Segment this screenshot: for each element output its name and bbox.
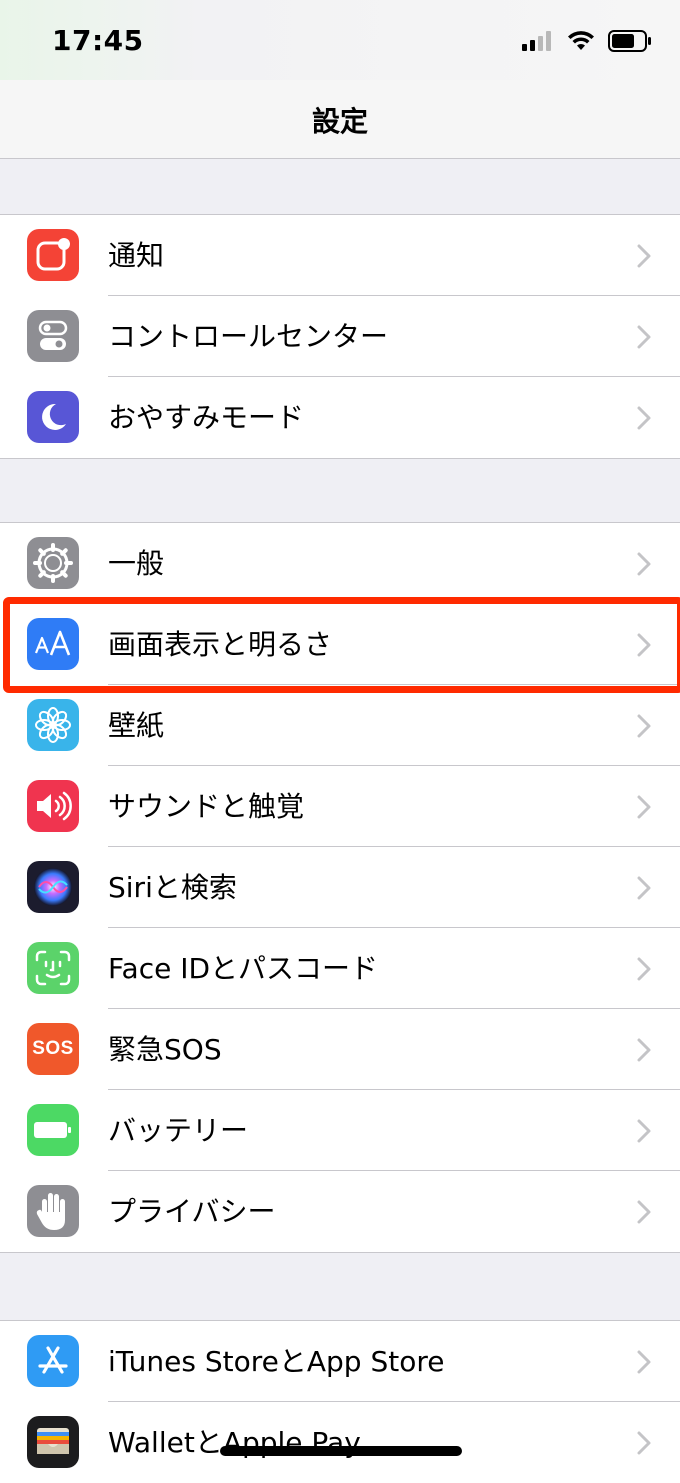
row-label: 壁紙: [108, 709, 165, 742]
wifi-icon: [568, 31, 594, 50]
row-label: 緊急SOS: [108, 1033, 222, 1066]
wallet-icon: [27, 1416, 79, 1468]
chevron-right-icon: [637, 1200, 651, 1224]
chevron-right-icon: [637, 552, 651, 576]
settings-row-general[interactable]: 一般: [0, 523, 680, 604]
settings-row-display-brightness[interactable]: 画面表示と明るさ: [0, 604, 680, 685]
notifications-icon: [27, 229, 79, 281]
moon-icon: [27, 391, 79, 443]
status-bar: 17:45: [0, 0, 680, 80]
face-id-icon: [27, 942, 79, 994]
settings-row-face-id-passcode[interactable]: Face IDとパスコード: [0, 928, 680, 1009]
settings-row-wallet-apple-pay[interactable]: WalletとApple Pay: [0, 1402, 680, 1483]
settings-row-privacy[interactable]: プライバシー: [0, 1171, 680, 1252]
chevron-right-icon: [637, 876, 651, 900]
settings-row-control-center[interactable]: コントロールセンター: [0, 296, 680, 377]
settings-group-1: 通知 コントロールセンター おやすみモード: [0, 214, 680, 459]
battery-setting-icon: [27, 1104, 79, 1156]
settings-row-battery[interactable]: バッテリー: [0, 1090, 680, 1171]
flower-icon: [27, 699, 79, 751]
row-label: WalletとApple Pay: [108, 1426, 361, 1459]
settings-row-wallpaper[interactable]: 壁紙: [0, 685, 680, 766]
row-label: Face IDとパスコード: [108, 952, 379, 985]
gear-icon: [27, 537, 79, 589]
siri-icon: [27, 861, 79, 913]
row-label: 通知: [108, 239, 165, 272]
control-center-icon: [27, 310, 79, 362]
sos-icon-text: SOS: [32, 1038, 74, 1059]
settings-row-itunes-app-store[interactable]: iTunes StoreとApp Store: [0, 1321, 680, 1402]
chevron-right-icon: [637, 406, 651, 430]
battery-icon: [608, 30, 651, 52]
settings-row-do-not-disturb[interactable]: おやすみモード: [0, 377, 680, 458]
chevron-right-icon: [637, 1350, 651, 1374]
settings-row-notifications[interactable]: 通知: [0, 215, 680, 296]
settings-group-3: iTunes StoreとApp Store WalletとApple Pay: [0, 1320, 680, 1483]
cellular-signal-icon: [522, 31, 551, 51]
settings-row-sounds-haptics[interactable]: サウンドと触覚: [0, 766, 680, 847]
hand-icon: [27, 1185, 79, 1237]
row-label: おやすみモード: [108, 401, 305, 434]
row-label: iTunes StoreとApp Store: [108, 1345, 445, 1378]
chevron-right-icon: [637, 1431, 651, 1455]
settings-group-2: 一般 画面表示と明るさ 壁紙 サウンドと触覚 Siriと検索 Face IDとパ…: [0, 522, 680, 1253]
page-title: 設定: [311, 105, 368, 138]
chevron-right-icon: [637, 325, 651, 349]
settings-row-emergency-sos[interactable]: SOS 緊急SOS: [0, 1009, 680, 1090]
sos-icon: SOS: [27, 1023, 79, 1075]
text-size-icon: [27, 618, 79, 670]
row-label: Siriと検索: [108, 871, 237, 904]
row-label: プライバシー: [108, 1195, 276, 1228]
speaker-icon: [27, 780, 79, 832]
chevron-right-icon: [637, 957, 651, 981]
row-label: コントロールセンター: [108, 320, 389, 353]
row-label: バッテリー: [108, 1114, 249, 1147]
navigation-bar: 設定: [0, 80, 680, 159]
settings-row-siri-search[interactable]: Siriと検索: [0, 847, 680, 928]
row-label: 画面表示と明るさ: [108, 628, 333, 661]
chevron-right-icon: [637, 714, 651, 738]
row-label: 一般: [108, 547, 165, 580]
status-icons: [522, 30, 652, 52]
chevron-right-icon: [637, 1038, 651, 1062]
status-time: 17:45: [52, 24, 144, 57]
home-indicator[interactable]: [220, 1446, 462, 1456]
app-store-icon: [27, 1335, 79, 1387]
chevron-right-icon: [637, 795, 651, 819]
chevron-right-icon: [637, 1119, 651, 1143]
chevron-right-icon: [637, 633, 651, 657]
row-label: サウンドと触覚: [108, 790, 305, 823]
chevron-right-icon: [637, 244, 651, 268]
